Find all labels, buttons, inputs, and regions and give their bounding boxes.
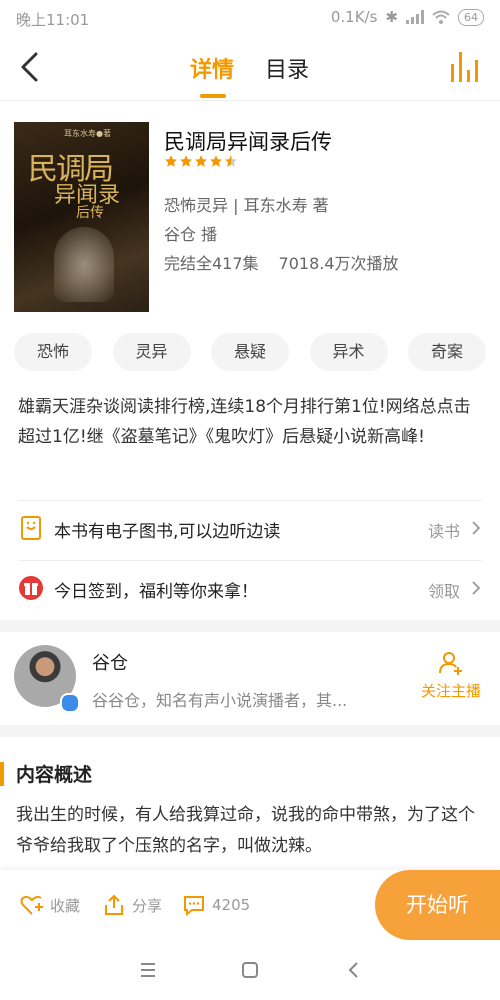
half-star-icon bbox=[225, 155, 237, 167]
star-icon bbox=[180, 155, 192, 167]
anchor-name: 谷仓 bbox=[92, 653, 128, 674]
cover-author: 耳东水寿●著 bbox=[64, 129, 111, 138]
follow-anchor-button[interactable]: 关注主播 bbox=[416, 650, 486, 701]
cover-figure bbox=[54, 227, 114, 302]
follow-anchor-label: 关注主播 bbox=[420, 682, 481, 700]
summary-accent-bar bbox=[0, 762, 4, 786]
bottom-action-bar: 收藏 分享 4205 开始听 bbox=[0, 870, 500, 940]
wifi-icon bbox=[432, 10, 450, 24]
star-icon bbox=[195, 155, 207, 167]
book-title: 民调局异闻录后传 bbox=[164, 130, 332, 154]
collect-label: 收藏 bbox=[50, 896, 81, 915]
tab-detail-label: 详情 bbox=[190, 58, 235, 83]
add-user-icon bbox=[439, 652, 462, 675]
chevron-right-icon bbox=[472, 581, 481, 595]
ebook-row-action: 读书 bbox=[427, 522, 460, 541]
separator: | bbox=[233, 196, 244, 215]
comment-button[interactable]: 4205 bbox=[182, 893, 250, 917]
heart-plus-icon bbox=[20, 895, 43, 915]
back-arrow-icon[interactable] bbox=[14, 50, 46, 84]
tab-toc-label: 目录 bbox=[265, 58, 310, 83]
summary-header: 内容概述 bbox=[0, 760, 500, 790]
book-stats: 完结全417集 7018.4万次播放 bbox=[164, 250, 399, 274]
chevron-right-icon bbox=[472, 521, 481, 535]
comment-icon bbox=[184, 896, 204, 917]
gift-icon bbox=[19, 576, 43, 600]
tag-list: 恐怖 灵异 悬疑 异术 奇案 bbox=[14, 333, 486, 371]
book-narrator[interactable]: 谷仓 播 bbox=[164, 221, 217, 245]
rating-stars bbox=[164, 154, 238, 168]
playing-bars-icon[interactable] bbox=[448, 50, 482, 84]
book-cover[interactable]: 耳东水寿●著 民调局 异闻录 后传 bbox=[14, 122, 149, 312]
network-speed: 0.1K/s bbox=[330, 8, 378, 26]
signin-row-action: 领取 bbox=[427, 582, 460, 601]
section-divider bbox=[0, 725, 500, 737]
status-right: 0.1K/s ✱ 64 bbox=[331, 8, 484, 26]
signal-icon bbox=[406, 10, 424, 24]
tag-chip[interactable]: 异术 bbox=[309, 333, 388, 371]
book-category-author: 恐怖灵异 | 耳东水寿 著 bbox=[164, 192, 329, 216]
battery-indicator: 64 bbox=[458, 8, 484, 26]
star-icon bbox=[165, 155, 177, 167]
status-time: 晚上11:01 bbox=[16, 11, 90, 29]
ebook-icon bbox=[21, 516, 41, 540]
share-icon bbox=[105, 894, 123, 915]
tag-chip[interactable]: 奇案 bbox=[408, 333, 486, 371]
summary-title: 内容概述 bbox=[16, 764, 93, 786]
ebook-row-label: 本书有电子图书,可以边听边读 bbox=[54, 522, 281, 542]
top-nav: 详情 目录 bbox=[0, 36, 500, 101]
tab-detail[interactable]: 详情 bbox=[190, 52, 235, 98]
summary-text: 我出生的时候，有人给我算过命，说我的命中带煞，为了这个爷爷给我取了个压煞的名字，… bbox=[16, 805, 475, 856]
anchor-card[interactable]: 谷仓 谷谷仓，知名有声小说演播者，其... 关注主播 bbox=[0, 645, 500, 725]
mic-badge-icon bbox=[60, 693, 80, 713]
comment-count: 4205 bbox=[212, 896, 251, 914]
bluetooth-icon: ✱ bbox=[385, 8, 398, 26]
book-author[interactable]: 耳东水寿 著 bbox=[244, 196, 329, 215]
episode-count: 完结全417集 bbox=[164, 254, 259, 273]
cover-title-line-3: 后传 bbox=[76, 205, 104, 221]
tag-chip[interactable]: 悬疑 bbox=[211, 333, 289, 371]
section-divider bbox=[0, 620, 500, 632]
book-category[interactable]: 恐怖灵异 bbox=[164, 196, 228, 215]
ebook-row[interactable]: 本书有电子图书,可以边听边读 读书 bbox=[18, 500, 482, 557]
book-intro: 雄霸天涯杂谈阅读排行榜,连续18个月排行第1位!网络总点击超过1亿!继《盗墓笔记… bbox=[18, 397, 471, 447]
start-listening-button[interactable]: 开始听 bbox=[375, 870, 500, 940]
active-tab-indicator bbox=[200, 94, 226, 98]
anchor-desc: 谷谷仓，知名有声小说演播者，其... bbox=[92, 691, 348, 710]
signin-row-label: 今日签到，福利等你来拿！ bbox=[54, 582, 258, 602]
play-count: 7018.4万次播放 bbox=[278, 254, 399, 273]
system-nav-bar bbox=[0, 940, 500, 1000]
home-square-icon[interactable] bbox=[238, 958, 262, 982]
tag-chip[interactable]: 恐怖 bbox=[14, 333, 92, 371]
star-icon bbox=[210, 155, 222, 167]
collect-button[interactable]: 收藏 bbox=[20, 893, 80, 917]
menu-icon[interactable] bbox=[136, 958, 160, 982]
tab-toc[interactable]: 目录 bbox=[265, 52, 309, 84]
tag-chip[interactable]: 灵异 bbox=[112, 333, 191, 371]
status-bar: 晚上11:01 0.1K/s ✱ 64 bbox=[0, 0, 500, 36]
share-label: 分享 bbox=[132, 896, 163, 915]
share-button[interactable]: 分享 bbox=[102, 893, 162, 917]
system-back-icon[interactable] bbox=[342, 958, 366, 982]
signin-row[interactable]: 今日签到，福利等你来拿！ 领取 bbox=[18, 560, 482, 617]
